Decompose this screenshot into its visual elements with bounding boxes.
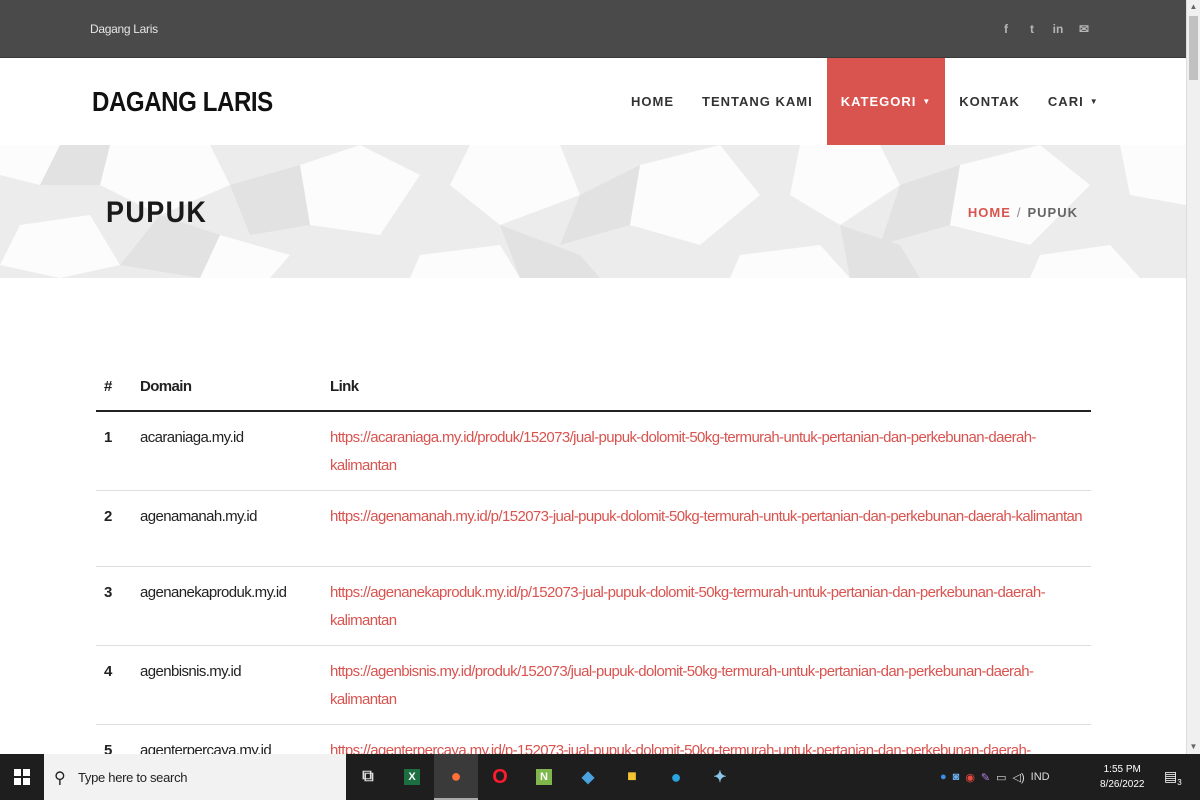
nav-kategori[interactable]: KATEGORI ▼	[826, 58, 946, 145]
search-placeholder: Type here to search	[78, 770, 188, 785]
firefox-icon[interactable]: ●	[434, 754, 478, 800]
row-link[interactable]: https://agenanekaproduk.my.id/p/152073-j…	[322, 566, 1091, 646]
nav-tentang-kami[interactable]: TENTANG KAMI	[688, 58, 827, 145]
row-link[interactable]: https://acaraniaga.my.id/produk/152073/j…	[322, 411, 1091, 491]
header-number: #	[96, 362, 132, 412]
twitter-icon[interactable]: t	[1026, 22, 1038, 36]
table-row: 3 agenanekaproduk.my.id https://agenanek…	[96, 566, 1091, 646]
windows-taskbar: ⚲ Type here to search ⧉ X ● O N ◆ ■ ● ✦ …	[0, 754, 1200, 800]
scroll-down-arrow-icon[interactable]: ▼	[1187, 740, 1200, 754]
nav-cari-label: CARI	[1047, 94, 1084, 109]
nav-home[interactable]: HOME	[617, 58, 688, 145]
brand-logo[interactable]: DAGANG LARIS	[92, 86, 273, 118]
taskbar-apps: ⧉ X ● O N ◆ ■ ● ✦	[346, 754, 742, 800]
row-link[interactable]: https://agenbisnis.my.id/produk/152073/j…	[322, 645, 1091, 725]
row-number: 2	[96, 490, 132, 567]
scroll-thumb[interactable]	[1189, 16, 1198, 80]
row-domain: acaraniaga.my.id	[132, 411, 322, 491]
nav-cari[interactable]: CARI ▼	[1034, 58, 1113, 145]
notepad-icon[interactable]: N	[522, 754, 566, 800]
site-header: DAGANG LARIS HOME TENTANG KAMI KATEGORI ▼…	[0, 58, 1186, 145]
social-links: f t in ✉	[1000, 22, 1090, 36]
page-title: PUPUK	[106, 196, 208, 229]
table-row: 4 agenbisnis.my.id https://agenbisnis.my…	[96, 645, 1091, 725]
nav-kategori-label: KATEGORI	[840, 94, 917, 109]
domain-table-container: # Domain Link 1 acaraniaga.my.id https:/…	[96, 362, 1091, 800]
nav-kontak-label: KONTAK	[959, 94, 1020, 109]
breadcrumb-home-link[interactable]: HOME	[968, 205, 1011, 220]
app-icon[interactable]: ◆	[566, 754, 610, 800]
tray-app-2-icon[interactable]: ◙	[953, 771, 960, 783]
tray-network-icon[interactable]: ▭	[996, 771, 1006, 784]
tray-volume-icon[interactable]: ◁)	[1013, 771, 1025, 784]
search-icon: ⚲	[54, 770, 66, 787]
row-domain: agenamanah.my.id	[132, 490, 322, 567]
nav-kontak[interactable]: KONTAK	[945, 58, 1034, 145]
nav-tentang-kami-label: TENTANG KAMI	[702, 94, 813, 109]
table-header-row: # Domain Link	[96, 362, 1091, 412]
scroll-up-arrow-icon[interactable]: ▲	[1187, 0, 1200, 14]
linkedin-icon[interactable]: in	[1052, 22, 1064, 36]
row-number: 3	[96, 566, 132, 646]
file-explorer-icon[interactable]: ■	[610, 754, 654, 800]
tray-app-icon[interactable]: ●	[940, 771, 947, 783]
app-2-icon[interactable]: ✦	[698, 754, 742, 800]
top-bar: Dagang Laris f t in ✉	[0, 0, 1186, 58]
start-button[interactable]	[0, 754, 44, 800]
page-scrollbar[interactable]: ▲ ▼	[1186, 0, 1200, 754]
domain-table: # Domain Link 1 acaraniaga.my.id https:/…	[96, 362, 1091, 800]
row-number: 4	[96, 645, 132, 725]
main-nav: HOME TENTANG KAMI KATEGORI ▼ KONTAK CARI ▼	[617, 58, 1113, 145]
opera-icon[interactable]: O	[478, 754, 522, 800]
tray-language[interactable]: IND	[1031, 771, 1050, 783]
notification-icon[interactable]: ▤3	[1164, 768, 1182, 787]
row-domain: agenbisnis.my.id	[132, 645, 322, 725]
taskbar-clock[interactable]: 1:55 PM 8/26/2022	[1100, 762, 1145, 792]
facebook-icon[interactable]: f	[1000, 22, 1012, 36]
chevron-down-icon: ▼	[922, 97, 932, 106]
tray-pen-icon[interactable]: ✎	[981, 771, 990, 784]
breadcrumb-separator: /	[1016, 205, 1022, 220]
chevron-down-icon: ▼	[1089, 97, 1099, 106]
excel-icon[interactable]: X	[390, 754, 434, 800]
telegram-icon[interactable]: ●	[654, 754, 698, 800]
clock-time: 1:55 PM	[1103, 764, 1141, 775]
nav-home-label: HOME	[631, 94, 674, 109]
tray-chrome-icon[interactable]: ◉	[965, 771, 975, 784]
taskbar-search-box[interactable]: ⚲ Type here to search	[44, 754, 346, 800]
system-tray: ● ◙ ◉ ✎ ▭ ◁) IND	[940, 754, 1050, 800]
row-number: 1	[96, 411, 132, 491]
clock-date: 8/26/2022	[1100, 779, 1145, 790]
mail-icon[interactable]: ✉	[1078, 22, 1090, 36]
row-link[interactable]: https://agenamanah.my.id/p/152073-jual-p…	[322, 490, 1091, 567]
row-domain: agenanekaproduk.my.id	[132, 566, 322, 646]
task-view-icon[interactable]: ⧉	[346, 754, 390, 800]
windows-logo-icon	[14, 769, 30, 785]
table-row: 1 acaraniaga.my.id https://acaraniaga.my…	[96, 411, 1091, 491]
breadcrumb-current: PUPUK	[1027, 205, 1078, 220]
header-link: Link	[322, 362, 1091, 412]
breadcrumb: HOME / PUPUK	[968, 205, 1078, 220]
topbar-site-name: Dagang Laris	[90, 22, 158, 36]
table-row: 2 agenamanah.my.id https://agenamanah.my…	[96, 490, 1091, 567]
page-banner: PUPUK HOME / PUPUK	[0, 145, 1186, 278]
header-domain: Domain	[132, 362, 322, 412]
notification-count: 3	[1177, 777, 1182, 787]
